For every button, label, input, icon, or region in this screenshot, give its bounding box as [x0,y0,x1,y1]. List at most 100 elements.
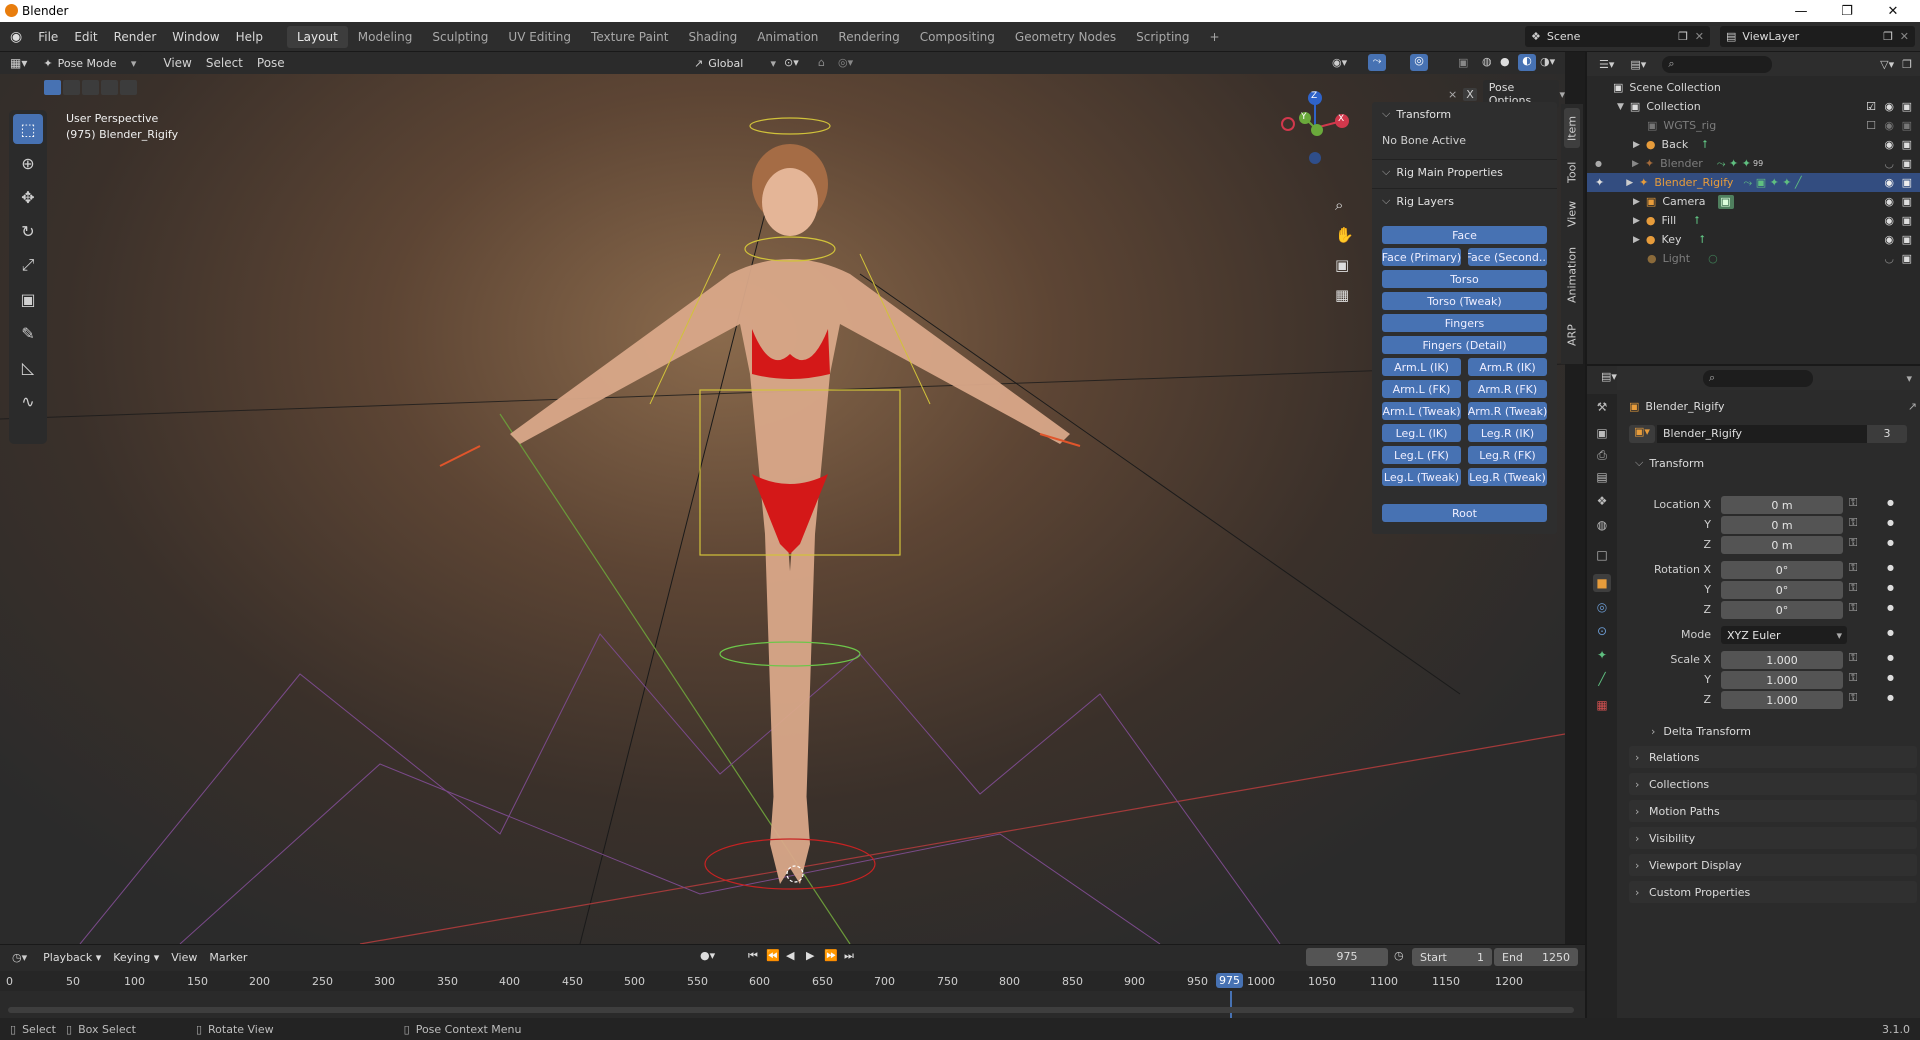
copy-icon[interactable]: ❐ [1678,30,1688,43]
object-tab-icon[interactable]: ■ [1593,574,1611,592]
menu-keying[interactable]: Keying ▾ [107,951,165,964]
tab-uv-editing[interactable]: UV Editing [498,26,581,48]
rotation-z-field[interactable]: 0° [1721,601,1843,619]
camera-render-icon[interactable]: ▣ [1902,176,1912,189]
keyframe-dot-icon[interactable]: ● [1887,538,1894,547]
editor-type-icon[interactable]: ☰▾ [1599,58,1614,71]
3d-viewport[interactable]: User Perspective (975) Blender_Rigify ⬚ … [0,74,1565,944]
outliner-row-key[interactable]: ▶ ● Key ⭡ ◉ ▣ [1587,230,1920,249]
eye-icon[interactable]: ◉ [1884,100,1894,113]
transform-section-header[interactable]: ⌵ Transform [1629,452,1917,474]
layer-leg-r-fk-button[interactable]: Leg.R (FK) [1468,446,1547,464]
layer-face-secondary-button[interactable]: Face (Second... [1468,248,1547,266]
eye-icon[interactable]: ◉ [1884,176,1894,189]
layer-arm-l-tweak-button[interactable]: Arm.L (Tweak) [1382,402,1461,420]
keyframe-dot-icon[interactable]: ● [1887,498,1894,507]
layer-fingers-button[interactable]: Fingers [1382,314,1547,332]
jump-end-icon[interactable]: ⏭ [844,949,854,963]
scale-y-field[interactable]: 1.000 [1721,671,1843,689]
outliner-search-input[interactable]: ⌕ [1662,55,1773,73]
annotate-tool-icon[interactable]: ✎ [13,318,43,348]
select-subtract-icon[interactable] [82,80,99,95]
outliner-row-light[interactable]: ● Light ○ ◡ ▣ [1587,249,1920,268]
select-intersect-icon[interactable] [120,80,137,95]
timeline-scrollbar[interactable] [8,1007,1574,1013]
measure-tool-icon[interactable]: ◺ [13,352,43,382]
tab-modeling[interactable]: Modeling [348,26,423,48]
overlay-toggle-icon[interactable]: ◎ [1410,54,1428,71]
disclosure-right-icon[interactable]: ▶ [1632,159,1639,169]
tab-layout[interactable]: Layout [286,25,348,48]
rotation-mode-select[interactable]: XYZ Euler ▾ [1721,626,1847,644]
camera-render-icon[interactable]: ▣ [1902,119,1912,132]
layer-arm-l-ik-button[interactable]: Arm.L (IK) [1382,358,1461,376]
constraints-tab-icon[interactable]: ⊙ [1593,622,1611,640]
tab-animation[interactable]: Animation [747,26,828,48]
output-tab-icon[interactable]: ⎙ [1593,446,1611,464]
eye-hidden-icon[interactable]: ◡ [1884,157,1894,170]
end-frame-field[interactable]: End 1250 [1494,948,1578,966]
wireframe-shading-icon[interactable]: ◍ [1482,55,1492,68]
outliner-row-fill[interactable]: ▶ ● Fill ⭡ ◉ ▣ [1587,211,1920,230]
disclosure-right-icon[interactable]: ▶ [1633,197,1640,207]
eye-hidden-icon[interactable]: ◡ [1884,252,1894,265]
eye-icon[interactable]: ◉ [1884,138,1894,151]
chevron-down-icon[interactable]: ▾ [1906,372,1912,385]
play-reverse-icon[interactable]: ◀ [786,949,794,962]
tab-rendering[interactable]: Rendering [828,26,909,48]
outliner-row-collection[interactable]: ▼ ▣ Collection ☑ ◉ ▣ [1587,97,1920,116]
tab-geometry-nodes[interactable]: Geometry Nodes [1005,26,1126,48]
physics-tab-icon[interactable]: ◎ [1593,598,1611,616]
location-z-field[interactable]: 0 m [1721,536,1843,554]
eye-icon[interactable]: ◉ [1884,119,1894,132]
menu-pose[interactable]: Pose [250,56,292,70]
keyframe-dot-icon[interactable]: ● [1887,583,1894,592]
layer-root-button[interactable]: Root [1382,504,1547,522]
x-mirror-icon[interactable]: X [1463,87,1477,101]
clock-icon[interactable]: ◷ [1394,949,1404,962]
lock-location-z-icon[interactable]: ⚿ [1849,536,1857,550]
location-y-field[interactable]: 0 m [1721,516,1843,534]
lock-rotation-x-icon[interactable]: ⚿ [1849,561,1857,575]
camera-render-icon[interactable]: ▣ [1902,100,1912,113]
editor-type-icon[interactable]: ▤▾ [1601,370,1617,383]
navigation-gizmo[interactable]: Z X Y [1275,88,1355,168]
proportional-icon[interactable]: ◎▾ [838,56,853,69]
keyframe-dot-icon[interactable]: ● [1887,518,1894,527]
tab-view[interactable]: View [1564,196,1580,232]
menu-file[interactable]: File [30,30,66,44]
outliner-scene-collection[interactable]: ▣ Scene Collection [1587,78,1920,97]
rotation-y-field[interactable]: 0° [1721,581,1843,599]
outliner-row-camera[interactable]: ▶ ▣ Camera ▣ ◉ ▣ [1587,192,1920,211]
frame-ruler[interactable]: 0 50 100 150 200 250 300 350 400 450 500… [0,971,1585,991]
start-frame-field[interactable]: Start 1 [1412,948,1492,966]
record-icon[interactable]: ●▾ [700,949,715,962]
material-shading-icon[interactable]: ◐ [1518,54,1536,71]
layer-face-primary-button[interactable]: Face (Primary) [1382,248,1461,266]
minimize-button[interactable]: — [1778,0,1824,22]
menu-render[interactable]: Render [106,30,165,44]
layer-arm-l-fk-button[interactable]: Arm.L (FK) [1382,380,1461,398]
eye-icon[interactable]: ◉ [1884,195,1894,208]
delta-transform-subpanel[interactable]: › Delta Transform [1643,721,1915,741]
restore-button[interactable]: ❐ [1824,0,1870,22]
ortho-grid-icon[interactable]: ▦ [1335,286,1349,304]
jump-start-icon[interactable]: ⏮ [748,949,758,963]
lock-scale-x-icon[interactable]: ⚿ [1849,651,1857,665]
scene-selector[interactable]: ❖ Scene ❐ ✕ [1525,26,1710,47]
next-keyframe-icon[interactable]: ⏩ [824,949,838,962]
menu-playback[interactable]: Playback ▾ [37,951,107,964]
current-frame-field[interactable]: 975 [1306,948,1388,966]
scene-tab-icon[interactable]: ❖ [1593,492,1611,510]
eye-icon[interactable]: ◉ [1884,214,1894,227]
copy-icon[interactable]: ❐ [1883,30,1893,43]
tab-tool[interactable]: Tool [1564,154,1580,190]
outliner-row-wgts-rig[interactable]: ▣ WGTS_rig ☐ ◉ ▣ [1587,116,1920,135]
pivot-icon[interactable]: ⊙▾ [784,56,799,69]
custom-properties-section[interactable]: › Custom Properties [1629,881,1917,903]
layer-arm-r-tweak-button[interactable]: Arm.R (Tweak) [1468,402,1547,420]
rig-layers-panel-header[interactable]: ⌵ Rig Layers [1372,189,1557,213]
pin-icon[interactable]: ↗ [1908,400,1917,413]
camera-render-icon[interactable]: ▣ [1902,214,1912,227]
scale-tool-icon[interactable]: ⤢ [13,250,43,280]
